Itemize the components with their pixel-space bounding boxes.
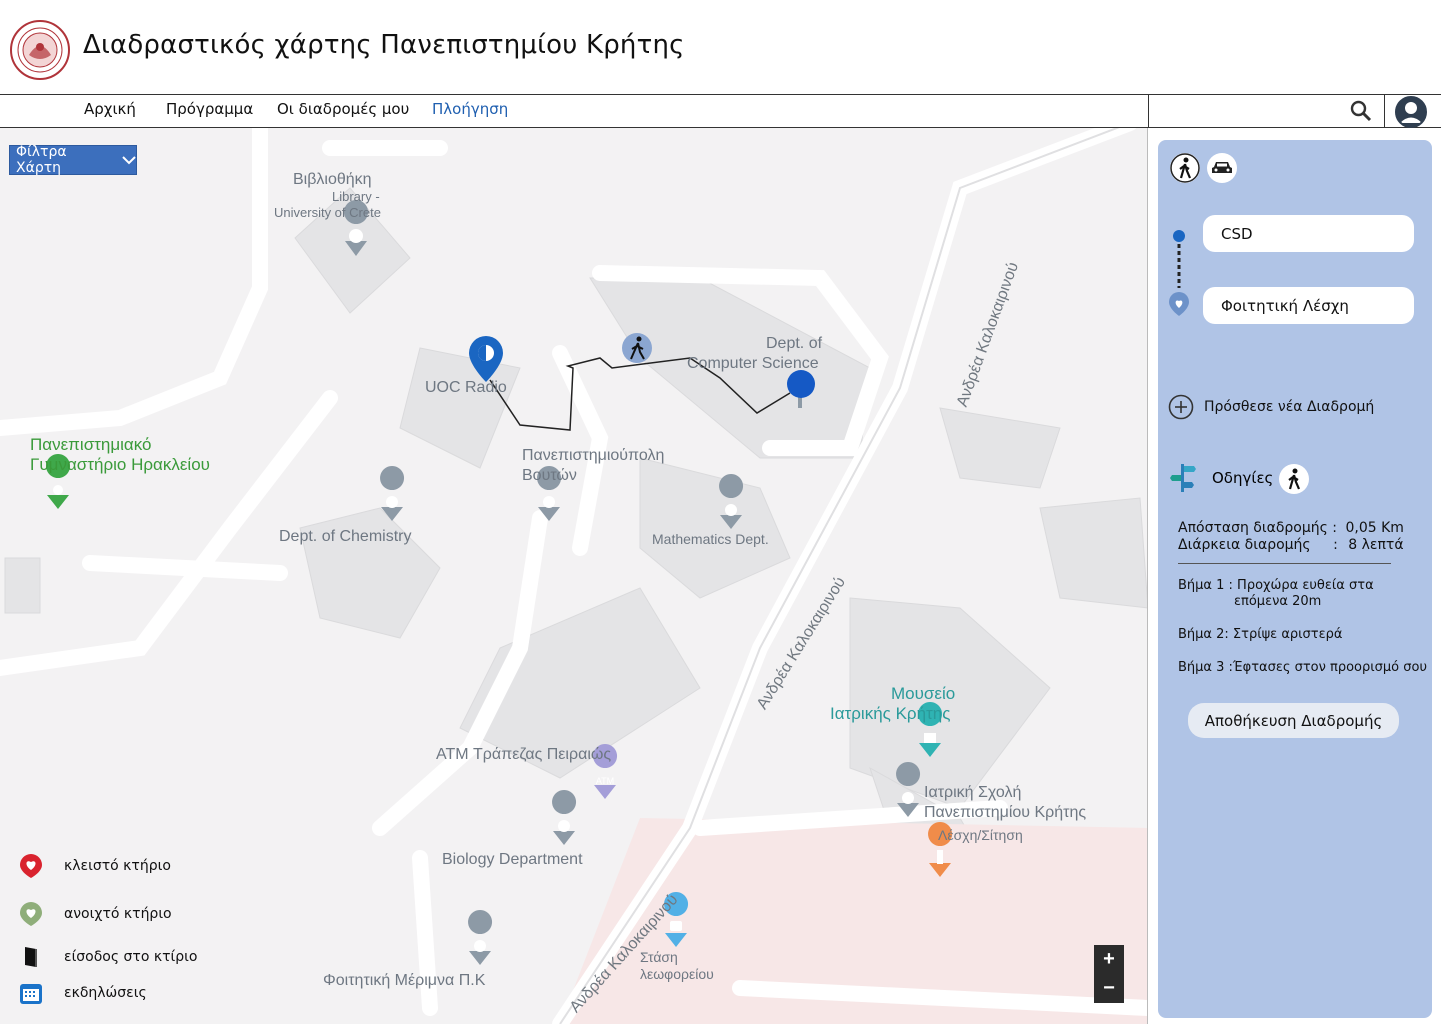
label-library: Βιβλιοθήκη (293, 171, 372, 188)
user-menu[interactable] (1384, 95, 1441, 128)
label-chemistry: Dept. of Chemistry (279, 528, 412, 545)
zoom-out-button[interactable]: − (1094, 974, 1124, 1003)
add-circle-icon (1168, 394, 1194, 420)
svg-text:ATM: ATM (596, 776, 614, 786)
avatar-icon[interactable] (1395, 96, 1427, 128)
walk-mode-button[interactable] (1170, 153, 1200, 183)
label-welfare: Φοιτητική Μέριμνα Π.Κ (323, 972, 486, 989)
signpost-icon (1170, 464, 1196, 492)
university-logo (10, 20, 70, 80)
map-filter-button[interactable]: Φίλτρα Χάρτη (9, 144, 137, 176)
label-library-en-1: Library - (332, 189, 380, 204)
label-museum-1: Μουσείο (891, 684, 956, 703)
direction-step-3: Βήμα 3 :Έφτασες στον προορισμό σου (1178, 660, 1427, 675)
walk-icon (1170, 153, 1200, 183)
label-gym-2: Γυμναστήριο Ηρακλείου (30, 455, 210, 474)
route-connector-icon (1169, 230, 1189, 316)
direction-step-1-cont: επόμενα 20m (1234, 594, 1322, 609)
duration-row: Διάρκεια διαρομής : 8 λεπτά (1178, 537, 1404, 554)
duration-separator: : (1333, 537, 1338, 553)
zoom-in-button[interactable]: + (1094, 945, 1124, 974)
zoom-controls: + − (1094, 945, 1124, 1003)
label-medical-2: Πανεπιστημίου Κρήτης (924, 804, 1087, 821)
legend-label: είσοδος στο κτίριο (64, 949, 198, 965)
route-origin-field[interactable]: CSD (1203, 215, 1414, 252)
legend-label: κλειστό κτήριο (64, 858, 171, 874)
car-icon (1212, 162, 1232, 173)
distance-row: Απόσταση διαδρομής : 0,05 Km (1178, 520, 1404, 537)
navbar: Αρχική Πρόγραμμα Οι διαδρομές μου Πλοήγη… (0, 94, 1441, 128)
legend-label: ανοιχτό κτήριο (64, 906, 172, 922)
direction-step-1: Βήμα 1 : Προχώρα ευθεία στα (1178, 578, 1374, 593)
distance-value: 0,05 Km (1345, 520, 1404, 536)
label-atm: ATM Τράπεζας Πειραιώς (436, 746, 612, 763)
car-mode-button[interactable] (1207, 153, 1237, 183)
add-route-label: Πρόσθεσε νέα Διαδρομή (1204, 399, 1375, 415)
route-destination-field[interactable]: Φοιτητική Λέσχη (1203, 287, 1414, 324)
walk-marker-icon (622, 333, 652, 363)
walk-icon (1279, 464, 1309, 494)
label-campus-1: Πανεπιστημιούπολη (522, 447, 665, 464)
search-icon[interactable] (1350, 100, 1372, 122)
closed-building-icon (20, 854, 42, 878)
distance-label: Απόσταση διαδρομής : (1178, 520, 1338, 536)
add-route-button[interactable]: Πρόσθεσε νέα Διαδρομή (1168, 394, 1374, 420)
label-biology: Biology Department (442, 851, 583, 868)
directions-title: Οδηγίες (1212, 469, 1274, 487)
page-title: Διαδραστικός χάρτης Πανεπιστημίου Κρήτης (83, 30, 685, 60)
label-math: Mathematics Dept. (652, 531, 769, 547)
label-library-en-2: University of Crete (274, 205, 381, 220)
label-bus-2: λεωφορείου (640, 966, 714, 982)
nav-schedule[interactable]: Πρόγραμμα (166, 100, 253, 118)
legend-item: είσοδος στο κτίριο (18, 944, 258, 970)
search-input[interactable] (1148, 95, 1382, 127)
campus-map[interactable]: ATM Βιβλιοθήκη Library - University of C… (0, 128, 1148, 1024)
save-route-button[interactable]: Αποθήκευση Διαδρομής (1188, 703, 1399, 738)
label-club: Λέσχη/Σίτηση (938, 827, 1023, 843)
chevron-down-icon (122, 156, 136, 165)
map-base: ATM (0, 128, 1147, 1024)
open-building-icon (20, 902, 42, 926)
legend-label: εκδηλώσεις (64, 985, 147, 1001)
legend-item: ανοιχτό κτήριο (18, 901, 258, 927)
label-campus-2: Βουτών (522, 467, 577, 484)
label-uoc-radio: UOC Radio (425, 379, 507, 396)
map-filter-label: Φίλτρα Χάρτη (16, 144, 67, 176)
divider (1178, 563, 1391, 564)
label-csd-2: Computer Science (687, 355, 819, 372)
nav-home[interactable]: Αρχική (84, 100, 136, 118)
nav-my-routes[interactable]: Οι διαδρομές μου (277, 100, 409, 118)
direction-step-2: Βήμα 2: Στρίψε αριστερά (1178, 627, 1343, 642)
door-icon (25, 947, 37, 967)
duration-value: 8 λεπτά (1348, 537, 1404, 553)
nav-navigation[interactable]: Πλοήγηση (432, 100, 508, 118)
header: Διαδραστικός χάρτης Πανεπιστημίου Κρήτης (0, 0, 1441, 94)
duration-label: Διάρκεια διαρομής (1178, 537, 1311, 553)
label-gym-1: Πανεπιστημιακό (30, 435, 152, 454)
label-bus-1: Στάση (640, 949, 678, 965)
label-museum-2: Ιατρικής Κρήτης (830, 704, 951, 723)
legend-item: εκδηλώσεις (18, 980, 258, 1006)
label-csd-1: Dept. of (766, 335, 823, 352)
calendar-icon (20, 984, 42, 1004)
navigation-panel: CSD Φοιτητική Λέσχη Πρόσθεσε νέα Διαδρομ… (1158, 140, 1432, 1018)
legend-item: κλειστό κτήριο (18, 853, 258, 879)
label-medical-1: Ιατρική Σχολή (924, 784, 1022, 801)
